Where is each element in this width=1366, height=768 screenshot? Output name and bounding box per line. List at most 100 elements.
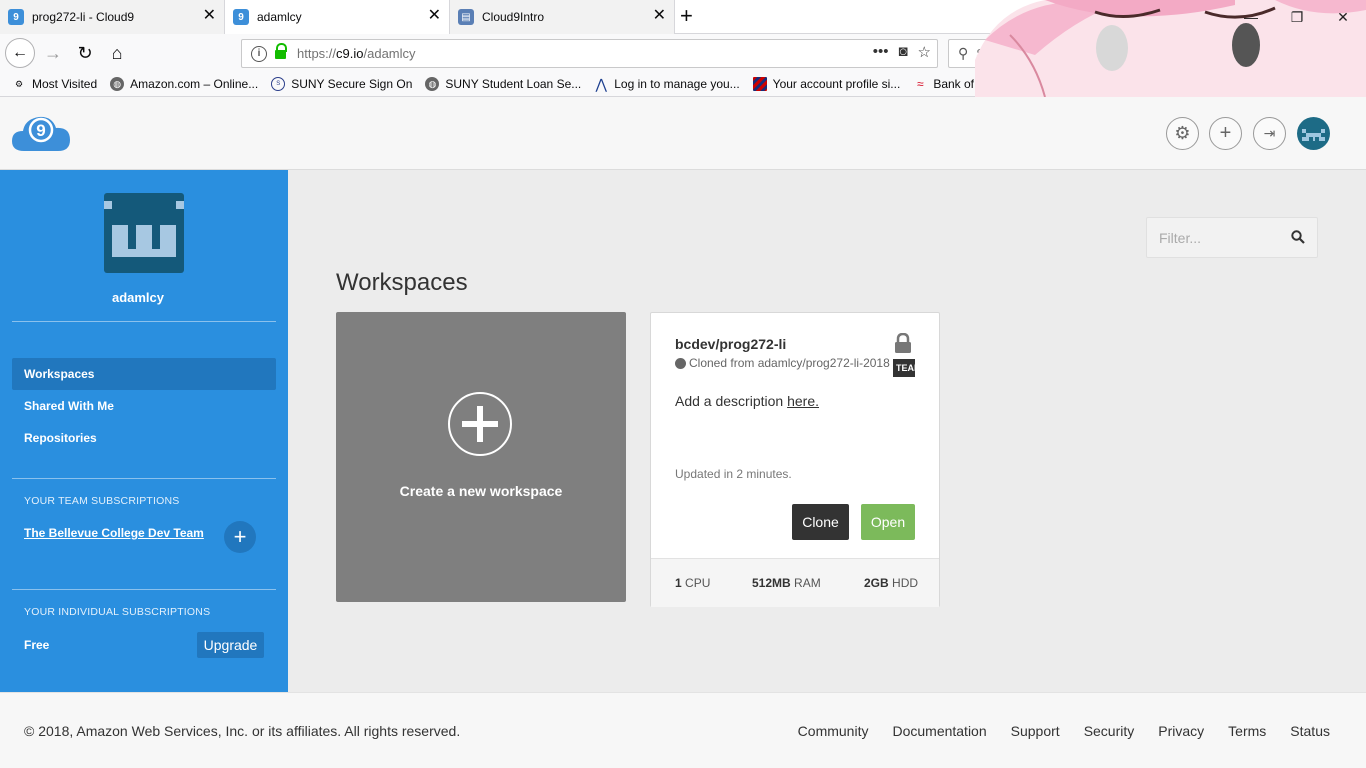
url-bar[interactable]: i https://c9.io/adamlcy ••• ◙ ☆: [241, 39, 938, 68]
bookmark-most-visited[interactable]: ⚙ Most Visited: [12, 77, 97, 91]
footer-link-terms[interactable]: Terms: [1228, 723, 1266, 739]
forward-button[interactable]: →: [38, 38, 68, 68]
bookmarks-bar: ⚙ Most Visited ◍ Amazon.com – Online... …: [0, 72, 1366, 97]
svg-text:9: 9: [36, 121, 45, 140]
close-icon[interactable]: ✕: [203, 8, 216, 24]
tab-title: Cloud9Intro: [482, 10, 545, 24]
avatar[interactable]: [1297, 117, 1330, 150]
team-badge: TEAM: [893, 359, 915, 377]
sidebar-item-shared-with-me[interactable]: Shared With Me: [12, 390, 276, 422]
page-icon: ▤: [458, 9, 474, 25]
url-text[interactable]: https://c9.io/adamlcy: [297, 46, 416, 61]
create-workspace-label: Create a new workspace: [399, 483, 563, 499]
suny-icon: S: [271, 77, 286, 91]
home-button[interactable]: ⌂: [102, 38, 132, 68]
reload-button[interactable]: ↻: [70, 38, 100, 68]
workspace-description: Add a description here.: [675, 393, 819, 409]
search-placeholder: Search: [976, 46, 1018, 61]
profile-avatar[interactable]: [104, 193, 184, 273]
pocket-icon[interactable]: ◙: [898, 43, 907, 61]
plan-name: Free: [24, 638, 50, 652]
workspace-updated: Updated in 2 minutes.: [675, 467, 792, 481]
cloud9-icon: 9: [8, 9, 24, 25]
tab-adamlcy[interactable]: 9 adamlcy ✕: [225, 0, 450, 34]
bookmark-log-in-account[interactable]: E Log In To Your Accou...: [1077, 76, 1220, 92]
sidebar: adamlcy Workspaces Shared With Me Reposi…: [0, 170, 288, 692]
workspace-specs: 1 CPU 512MB RAM 2GB HDD: [651, 558, 939, 607]
search-input[interactable]: ⚲ Search: [948, 39, 1152, 68]
bookmark-log-in-manage[interactable]: ⋀ Log in to manage you...: [594, 75, 740, 92]
bookmark-suny-sso[interactable]: S SUNY Secure Sign On: [271, 77, 412, 91]
settings-gear-icon[interactable]: ⚙: [1166, 117, 1199, 150]
individual-subscriptions-heading: YOUR INDIVIDUAL SUBSCRIPTIONS: [24, 606, 211, 618]
bookmark-suny-loan[interactable]: ◍ SUNY Student Loan Se...: [425, 77, 581, 91]
globe-icon: ◍: [110, 77, 125, 91]
back-button[interactable]: ←: [5, 38, 35, 68]
restore-icon[interactable]: ❐: [1274, 0, 1320, 34]
workspace-clone-source: Cloned from adamlcy/prog272-li-2018: [675, 356, 890, 370]
divider: [12, 321, 276, 322]
add-icon[interactable]: +: [1209, 117, 1242, 150]
add-description-link[interactable]: here.: [787, 393, 819, 409]
filter-placeholder: Filter...: [1159, 229, 1202, 246]
footer-link-privacy[interactable]: Privacy: [1158, 723, 1204, 739]
footer-link-status[interactable]: Status: [1290, 723, 1330, 739]
window-controls: — ❐ ✕: [1228, 0, 1366, 34]
sign-out-icon[interactable]: ⇥: [1253, 117, 1286, 150]
bookmark-amazon[interactable]: ◍ Amazon.com – Online...: [110, 77, 258, 91]
e-icon: E: [1079, 76, 1089, 92]
cloud9-icon: 9: [233, 9, 249, 25]
globe-icon: ◍: [425, 77, 440, 91]
close-icon[interactable]: ✕: [653, 8, 666, 24]
bookmark-bank-of-america[interactable]: ≈ Bank of America — Ba...: [913, 77, 1064, 91]
browser-nav-bar: ← → ↻ ⌂ i https://c9.io/adamlcy ••• ◙ ☆ …: [0, 34, 1366, 72]
footer-link-documentation[interactable]: Documentation: [892, 723, 986, 739]
info-icon[interactable]: i: [251, 45, 267, 62]
menu-icon[interactable]: ☰: [1322, 43, 1336, 63]
divider: [12, 478, 276, 479]
github-icon: [675, 357, 686, 369]
workspace-name[interactable]: bcdev/prog272-li: [675, 336, 786, 352]
plus-icon: [448, 392, 512, 456]
bookmark-account-profile[interactable]: Your account profile si...: [752, 77, 900, 91]
filter-input[interactable]: Filter...: [1146, 217, 1318, 258]
open-button[interactable]: Open: [861, 504, 915, 540]
cpu-spec: 1 CPU: [675, 576, 711, 590]
username: adamlcy: [111, 290, 165, 305]
browser-tab-bar: 9 prog272-li - Cloud9 ✕ 9 adamlcy ✕ ▤ Cl…: [0, 0, 1366, 34]
chevron-icon: ⋀: [595, 75, 607, 92]
footer-link-security[interactable]: Security: [1084, 723, 1135, 739]
team-subscriptions-heading: YOUR TEAM SUBSCRIPTIONS: [24, 495, 180, 507]
upgrade-button[interactable]: Upgrade: [197, 632, 264, 658]
new-tab-button[interactable]: +: [680, 5, 693, 27]
tab-prog272-li[interactable]: 9 prog272-li - Cloud9 ✕: [0, 0, 225, 34]
divider: [12, 589, 276, 590]
add-team-button[interactable]: +: [224, 521, 256, 553]
flag-icon: [752, 77, 767, 91]
sidebar-item-workspaces[interactable]: Workspaces: [12, 358, 276, 390]
minimize-icon[interactable]: —: [1228, 0, 1274, 34]
page-title: Workspaces: [336, 269, 468, 296]
app-header: 9 ⚙ + ⇥: [0, 97, 1366, 170]
close-window-icon[interactable]: ✕: [1320, 0, 1366, 34]
more-actions-icon[interactable]: •••: [873, 43, 889, 61]
footer-link-community[interactable]: Community: [798, 723, 869, 739]
tab-title: adamlcy: [257, 10, 302, 24]
team-link[interactable]: The Bellevue College Dev Team: [24, 526, 204, 540]
create-workspace-card[interactable]: Create a new workspace: [336, 312, 626, 602]
hdd-spec: 2GB HDD: [864, 576, 919, 590]
footer-links: Community Documentation Support Security…: [798, 723, 1330, 739]
footer-link-support[interactable]: Support: [1011, 723, 1060, 739]
main-content: Filter... Workspaces Create a new worksp…: [288, 170, 1366, 692]
sidebar-icon[interactable]: ◫: [1293, 43, 1308, 63]
workspace-card: bcdev/prog272-li Cloned from adamlcy/pro…: [650, 312, 940, 607]
search-icon[interactable]: [1291, 230, 1305, 244]
star-icon[interactable]: ☆: [918, 43, 931, 61]
lock-icon: [275, 42, 287, 60]
tab-cloud9intro[interactable]: ▤ Cloud9Intro ✕: [450, 0, 675, 34]
clone-button[interactable]: Clone: [792, 504, 849, 540]
cloud9-logo[interactable]: 9: [12, 113, 70, 153]
library-icon[interactable]: |||\: [1262, 44, 1279, 62]
sidebar-item-repositories[interactable]: Repositories: [12, 422, 276, 454]
close-icon[interactable]: ✕: [428, 8, 441, 24]
